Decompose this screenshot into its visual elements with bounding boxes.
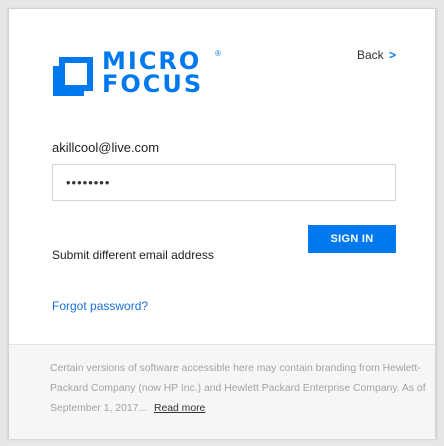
chevron-right-icon: >	[389, 48, 397, 62]
micro-focus-logo-icon	[53, 57, 93, 96]
micro-focus-logo: MICRO FOCUS ®	[52, 42, 222, 98]
read-more-link[interactable]: Read more	[154, 403, 205, 414]
forgot-password-link[interactable]: Forgot password?	[52, 299, 148, 313]
branding-notice-text: Certain versions of software accessible …	[50, 363, 426, 414]
password-field[interactable]	[52, 164, 396, 201]
registered-mark: ®	[215, 49, 221, 58]
branding-notice: Certain versions of software accessible …	[50, 359, 430, 419]
branding-notice-footer: Certain versions of software accessible …	[9, 344, 435, 439]
sign-in-button[interactable]: SIGN IN	[308, 225, 396, 253]
logo-text-focus: FOCUS	[102, 70, 204, 98]
login-panel: MICRO FOCUS ® Back > akillcool@live.com …	[9, 9, 435, 344]
login-card: MICRO FOCUS ® Back > akillcool@live.com …	[8, 8, 436, 439]
back-label: Back	[357, 48, 384, 62]
different-email-link[interactable]: Submit different email address	[52, 248, 214, 262]
back-link[interactable]: Back >	[357, 48, 396, 62]
email-address-label: akillcool@live.com	[52, 140, 160, 155]
